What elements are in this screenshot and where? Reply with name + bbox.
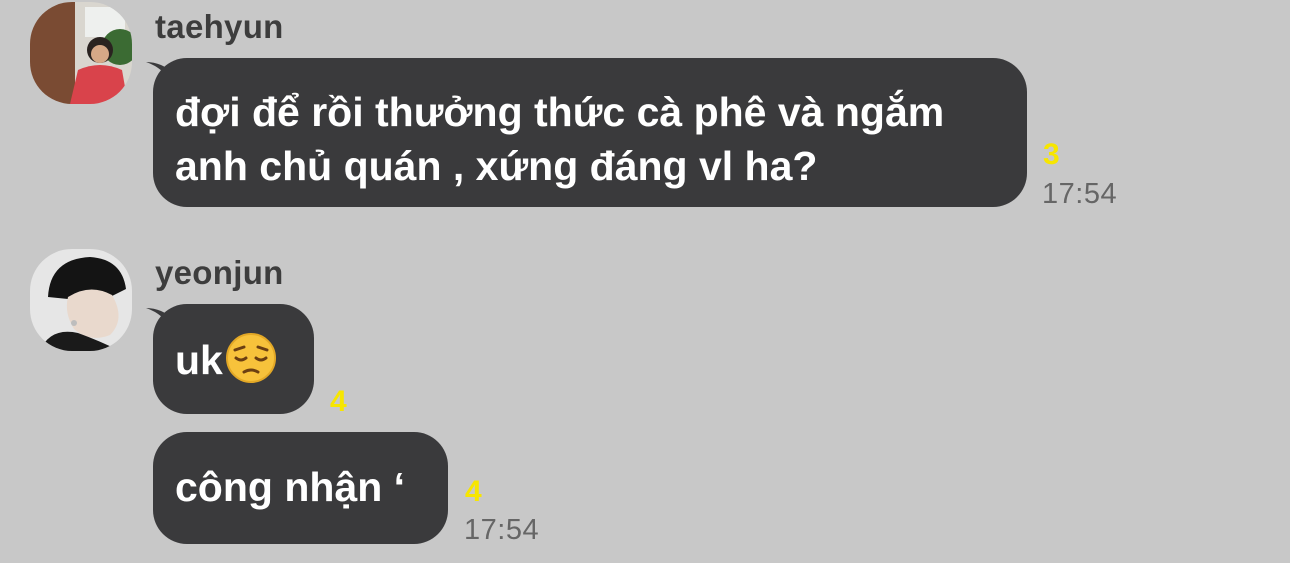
sender-name: yeonjun <box>155 254 284 291</box>
message-bubble[interactable]: công nhận ‘ <box>153 432 448 544</box>
unread-count: 3 <box>1043 138 1060 171</box>
avatar-taehyun[interactable] <box>30 2 132 104</box>
message-bubble[interactable]: uk <box>153 304 314 414</box>
message-time: 17:54 <box>1042 178 1118 210</box>
message-text: uk <box>175 337 223 383</box>
unread-count: 4 <box>330 385 347 418</box>
message-text-line: đợi để rồi thưởng thức cà phê và ngắm <box>175 89 945 135</box>
message-time: 17:54 <box>464 514 540 546</box>
message-text-line: anh chủ quán , xứng đáng vl ha? <box>175 143 818 189</box>
avatar-yeonjun[interactable] <box>30 249 132 351</box>
message-bubble[interactable]: đợi để rồi thưởng thức cà phê và ngắm an… <box>153 58 1027 207</box>
message-text: công nhận ‘ <box>175 464 406 510</box>
sender-name: taehyun <box>155 8 284 45</box>
unread-count: 4 <box>465 475 482 508</box>
pensive-face-emoji <box>225 332 277 384</box>
